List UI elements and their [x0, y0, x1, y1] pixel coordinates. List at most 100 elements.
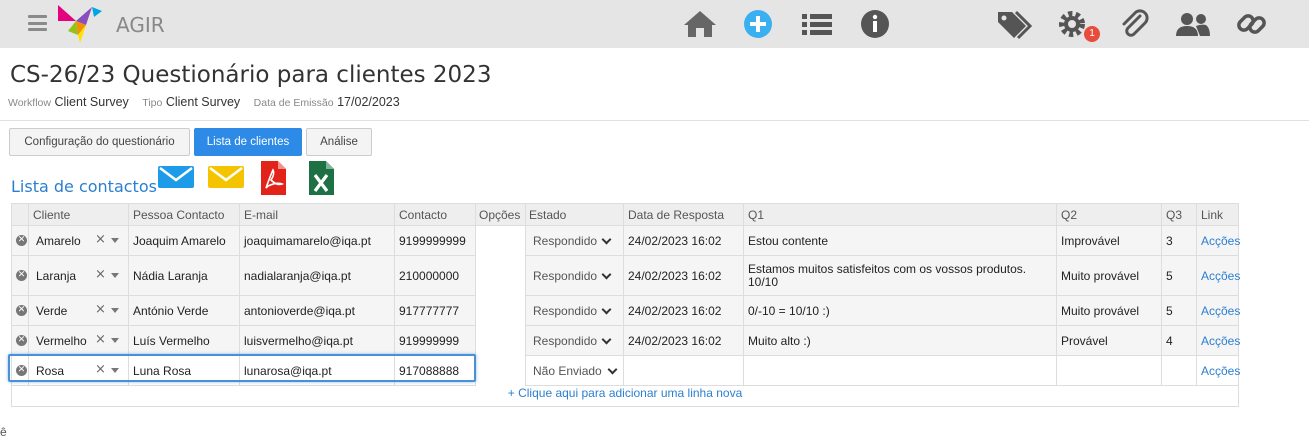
estado-value: Respondido [533, 304, 598, 318]
cell-contacto[interactable]: 917777777 [395, 296, 475, 326]
column-divider [525, 204, 526, 386]
chevron-down-icon[interactable] [111, 238, 119, 243]
col-pessoa-contacto[interactable]: Pessoa Contacto [129, 204, 224, 226]
cell-opcoes[interactable] [476, 356, 525, 386]
cell-opcoes[interactable] [476, 256, 525, 296]
col-contacto[interactable]: Contacto [395, 204, 447, 226]
tags-icon[interactable] [996, 8, 1032, 40]
clear-icon[interactable]: × [95, 332, 106, 347]
list-icon[interactable] [800, 8, 834, 40]
delete-row-icon[interactable]: ✕ [16, 335, 27, 346]
row-focus-highlight [8, 354, 476, 382]
cell-q1: Muito alto :) [748, 334, 811, 348]
cell-contacto[interactable]: 210000000 [395, 256, 475, 296]
estado-value: Não Enviado [533, 364, 602, 378]
add-row-link[interactable]: + Clique aqui para adicionar uma linha n… [12, 386, 1238, 400]
cell-q2: Provável [1061, 334, 1108, 348]
cell-opcoes[interactable] [476, 326, 525, 356]
email-yellow-icon[interactable] [207, 160, 245, 190]
cell-data-resposta: 24/02/2023 16:02 [628, 334, 722, 348]
tab-lista-clientes[interactable]: Lista de clientes [194, 128, 302, 156]
page-title: CS-26/23 Questionário para clientes 2023 [10, 62, 492, 88]
users-icon[interactable] [1174, 8, 1212, 40]
cell-opcoes[interactable] [476, 226, 525, 256]
stray-text: ê [0, 425, 7, 439]
cell-q3: 5 [1166, 269, 1173, 283]
col-cliente[interactable]: Cliente [29, 204, 70, 226]
pdf-icon[interactable] [259, 160, 287, 196]
link-icon[interactable] [1235, 8, 1269, 40]
col-link[interactable]: Link [1197, 204, 1223, 226]
col-q1[interactable]: Q1 [744, 204, 764, 226]
cell-q1: Estamos muitos satisfeitos com os vossos… [748, 262, 1027, 289]
tab-analise[interactable]: Análise [306, 128, 372, 156]
home-icon[interactable] [682, 8, 718, 40]
section-title: Lista de contactos [11, 177, 157, 196]
excel-icon[interactable] [307, 160, 335, 196]
header-divider [0, 120, 1309, 121]
add-circle-icon[interactable] [742, 8, 774, 40]
attachment-icon[interactable] [1118, 8, 1150, 40]
workflow-value: Client Survey [54, 95, 129, 109]
cell-pessoa[interactable]: Joaquim Amarelo [129, 226, 239, 256]
chevron-down-icon[interactable] [111, 338, 119, 343]
table-row[interactable]: ✕ Vermelho × Luís Vermelho luisvermelho@… [12, 326, 1240, 356]
cell-email[interactable]: nadialaranja@iqa.pt [240, 256, 394, 296]
info-icon[interactable] [859, 8, 891, 40]
clear-icon[interactable]: × [95, 232, 106, 247]
cell-q1: Estou contente [748, 234, 829, 248]
cell-q3: 4 [1166, 334, 1173, 348]
app-logo[interactable] [56, 3, 106, 45]
email-blue-icon[interactable] [157, 160, 195, 190]
cell-contacto[interactable]: 919999999 [395, 326, 475, 356]
cell-cliente[interactable]: Laranja [32, 256, 92, 296]
estado-value: Respondido [533, 269, 598, 283]
clear-icon[interactable]: × [95, 267, 106, 282]
accoes-link[interactable]: Acções [1197, 296, 1240, 326]
accoes-link[interactable]: Acções [1197, 226, 1240, 256]
cell-q2: Muito provável [1061, 304, 1140, 318]
cell-data-resposta: 24/02/2023 16:02 [628, 234, 722, 248]
clear-icon[interactable]: × [95, 302, 106, 317]
cell-email[interactable]: antonioverde@iqa.pt [240, 296, 394, 326]
cell-pessoa[interactable]: António Verde [129, 296, 239, 326]
menu-icon[interactable] [28, 15, 47, 31]
cell-cliente[interactable]: Verde [32, 296, 92, 326]
col-estado[interactable]: Estado [525, 204, 566, 226]
col-q2[interactable]: Q2 [1057, 204, 1077, 226]
top-bar: AGIR 1 [0, 0, 1309, 48]
chevron-down-icon[interactable] [111, 273, 119, 278]
cell-pessoa[interactable]: Luís Vermelho [129, 326, 239, 356]
cell-q1: 0/-10 = 10/10 :) [748, 304, 830, 318]
accoes-link[interactable]: Acções [1197, 356, 1240, 386]
cell-q2: Improvável [1061, 234, 1120, 248]
delete-row-icon[interactable]: ✕ [16, 305, 27, 316]
cell-q2 [1057, 356, 1162, 386]
col-data-resposta[interactable]: Data de Resposta [624, 204, 724, 226]
accoes-link[interactable]: Acções [1197, 326, 1240, 356]
column-divider [1196, 204, 1197, 386]
col-opcoes[interactable]: Opções [475, 204, 520, 226]
cell-email[interactable]: luisvermelho@iqa.pt [240, 326, 394, 356]
chevron-down-icon[interactable] [111, 308, 119, 313]
table-row[interactable]: ✕ Laranja × Nádia Laranja nadialaranja@i… [12, 256, 1240, 296]
cell-pessoa[interactable]: Nádia Laranja [129, 256, 239, 296]
table-header: Cliente Pessoa Contacto E-mail Contacto … [12, 204, 1238, 226]
estado-value: Respondido [533, 334, 598, 348]
table-row[interactable]: ✕ Verde × António Verde antonioverde@iqa… [12, 296, 1240, 326]
cell-cliente[interactable]: Vermelho [32, 326, 92, 356]
col-q3[interactable]: Q3 [1162, 204, 1182, 226]
table-row[interactable]: ✕ Amarelo × Joaquim Amarelo joaquimamare… [12, 226, 1240, 256]
delete-row-icon[interactable]: ✕ [16, 235, 27, 246]
tab-configuracao[interactable]: Configuração do questionário [9, 128, 190, 156]
cell-contacto[interactable]: 9199999999 [395, 226, 475, 256]
delete-row-icon[interactable]: ✕ [16, 270, 27, 281]
cell-email[interactable]: joaquimamarelo@iqa.pt [240, 226, 394, 256]
cell-opcoes[interactable] [476, 296, 525, 326]
cell-cliente[interactable]: Amarelo [32, 226, 92, 256]
accoes-link[interactable]: Acções [1197, 256, 1240, 296]
type-label: Tipo [142, 97, 163, 109]
col-email[interactable]: E-mail [240, 204, 278, 226]
cell-q3: 3 [1166, 234, 1173, 248]
estado-value: Respondido [533, 234, 598, 248]
